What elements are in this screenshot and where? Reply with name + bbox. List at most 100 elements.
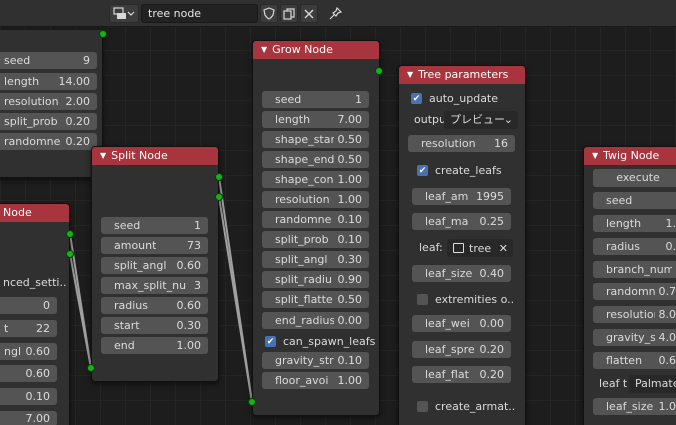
fake-user-button[interactable] <box>260 4 278 23</box>
field-leaf-size[interactable]: leaf_size 1.0 <box>593 398 676 415</box>
field-flatten[interactable]: flatten 0.6 <box>593 352 676 369</box>
field-length[interactable]: length 7.00 <box>262 111 369 128</box>
output-socket[interactable] <box>99 30 107 38</box>
field-resolution[interactable]: resolution 16 <box>408 135 515 152</box>
field-max-split-number[interactable]: max_split_nu 3 <box>101 277 208 294</box>
field-branch-number[interactable]: branch_numb <box>593 261 676 278</box>
field-length[interactable]: length 14.00 <box>0 73 97 90</box>
field-radius[interactable]: radius 0. <box>593 238 676 255</box>
field-split-angle[interactable]: ngl 0.60 <box>0 343 57 360</box>
field-leaf-weight[interactable]: leaf_wei 0.00 <box>412 315 511 332</box>
field-leaf-size[interactable]: leaf_size 0.40 <box>412 265 511 282</box>
field-split-prob[interactable]: split_prob 0.20 <box>0 113 97 130</box>
field-randomness[interactable]: randomne 0.20 <box>0 133 97 150</box>
field-value: 16 <box>494 137 508 150</box>
field-label: shape_star <box>275 133 334 146</box>
input-socket[interactable] <box>87 364 95 372</box>
field-seed[interactable]: seed <box>593 192 676 209</box>
field-seed[interactable]: seed 1 <box>262 91 369 108</box>
chevron-down-icon: ⌄ <box>503 113 513 126</box>
collapse-arrow-icon[interactable]: ▼ <box>261 45 267 54</box>
field-resolution[interactable]: resolution 1.00 <box>262 191 369 208</box>
field-start[interactable]: 0.10 <box>0 388 57 405</box>
left-node-1[interactable]: seed 9 length 14.00 resolution 2.00 split_p… <box>0 30 103 178</box>
collapse-arrow-icon[interactable]: ▼ <box>407 70 413 79</box>
can-spawn-leafs-checkbox[interactable]: ✔ can_spawn_leafs <box>265 333 375 350</box>
node-header[interactable]: ▼ Grow Node <box>253 41 379 59</box>
field-split-angle[interactable]: split_angl 0.60 <box>101 257 208 274</box>
collapse-arrow-icon[interactable]: ▼ <box>100 151 106 160</box>
collapse-arrow-icon[interactable]: ▼ <box>592 151 598 160</box>
node-header[interactable]: ▼ Twig Node <box>584 147 676 165</box>
field-split-prob[interactable]: split_prob 0.10 <box>262 231 369 248</box>
field-shape-start[interactable]: shape_star 0.50 <box>262 131 369 148</box>
field-label: seed <box>114 219 141 232</box>
output-socket[interactable] <box>215 173 223 181</box>
field-length[interactable]: length 1. <box>593 215 676 232</box>
pin-button[interactable] <box>325 4 345 23</box>
field-shape-convexity[interactable]: shape_con 1.00 <box>262 171 369 188</box>
field-gravity-strength[interactable]: gravity_st4.0 <box>593 329 676 346</box>
create-armature-checkbox[interactable]: create_armat.. <box>417 398 517 415</box>
grow-node[interactable]: ▼ Grow Node seed 1 length 7.00 shape_star 0.… <box>252 40 380 416</box>
field-resolution[interactable]: resolution8.0 <box>593 306 676 323</box>
field-leaf-max-radius[interactable]: leaf_ma 0.25 <box>412 213 511 230</box>
output-socket[interactable] <box>66 230 74 238</box>
field-value: 0.25 <box>479 215 505 228</box>
field-value: 1.00 <box>337 374 363 387</box>
node-tree-name-input[interactable]: tree node <box>141 4 258 23</box>
field-start[interactable]: start 0.30 <box>101 317 208 334</box>
twig-node[interactable]: ▼ Twig Node execute seed length 1. radius 0… <box>583 146 676 425</box>
node-title: Node <box>3 206 32 219</box>
field-end-radius[interactable]: end_radius 0.00 <box>262 312 369 329</box>
node-header[interactable]: Node <box>0 204 69 222</box>
field-split-flatten[interactable]: split_flatte 0.50 <box>262 291 369 308</box>
leaf-type-dropdown[interactable]: Palmate <box>629 375 676 393</box>
field-radius[interactable]: 0.60 <box>0 365 57 382</box>
field-label: radius <box>114 299 149 312</box>
field-randomness[interactable]: randomne 0.10 <box>262 211 369 228</box>
field-seed[interactable]: 0 <box>0 297 57 314</box>
field-leaf-amount[interactable]: leaf_am 1995 <box>412 188 511 205</box>
field-value: 8.0 <box>658 308 676 321</box>
field-randomness[interactable]: randomne0.7 <box>593 283 676 300</box>
field-end[interactable]: 7.00 <box>0 411 57 425</box>
field-amount[interactable]: amount 73 <box>101 237 208 254</box>
field-gravity-strength[interactable]: gravity_str 0.10 <box>262 352 369 369</box>
field-resolution[interactable]: resolution 2.00 <box>0 93 97 110</box>
field-seed[interactable]: seed 1 <box>101 217 208 234</box>
node-header[interactable]: ▼ Split Node <box>92 147 218 165</box>
field-label: split_prob <box>4 115 58 128</box>
split-node[interactable]: ▼ Split Node seed 1 amount 73 split_angl 0.6… <box>91 146 219 382</box>
input-socket[interactable] <box>248 398 256 406</box>
unlink-button[interactable] <box>300 4 318 23</box>
field-seed[interactable]: seed 9 <box>0 52 97 69</box>
output-socket[interactable] <box>215 193 223 201</box>
field-label: gravity_str <box>275 354 334 367</box>
field-end[interactable]: end 1.00 <box>101 337 208 354</box>
field-split-radius[interactable]: split_radiu 0.90 <box>262 271 369 288</box>
leaf-type-label: leaf t <box>599 377 628 390</box>
execute-button[interactable]: execute <box>593 169 676 187</box>
field-leaf-flatten[interactable]: leaf_flat 0.20 <box>412 366 511 383</box>
close-icon[interactable]: ✕ <box>499 242 508 255</box>
output-socket[interactable] <box>375 67 383 75</box>
field-split-angle[interactable]: split_angl 0.30 <box>262 251 369 268</box>
output-dropdown[interactable]: プレビュー ⌄ <box>444 111 518 129</box>
field-amount[interactable]: t 22 <box>0 320 57 337</box>
node-header[interactable]: ▼ Tree parameters <box>399 66 525 84</box>
auto-update-checkbox[interactable]: ✔ auto_update <box>411 90 521 107</box>
left-node-2[interactable]: Node nced_setti.. 0 t 22 ngl 0.60 0.60 0.1… <box>0 203 70 425</box>
leaf-object-field[interactable]: tree ✕ <box>447 239 513 257</box>
duplicate-button[interactable] <box>280 4 298 23</box>
tree-parameters-node[interactable]: ▼ Tree parameters ✔ auto_update outpu プレビュ… <box>398 65 526 425</box>
output-socket[interactable] <box>66 250 74 258</box>
extremities-only-checkbox[interactable]: extremities o.. <box>417 291 517 308</box>
node-tree-selector-button[interactable] <box>109 4 139 23</box>
field-leaf-spread[interactable]: leaf_spre 0.20 <box>412 341 511 358</box>
node-editor[interactable]: tree node seed 9 length 14.00 resolution… <box>0 0 676 425</box>
field-shape-end[interactable]: shape_end 0.50 <box>262 151 369 168</box>
field-floor-avoidance[interactable]: floor_avoi 1.00 <box>262 372 369 389</box>
field-radius[interactable]: radius 0.60 <box>101 297 208 314</box>
create-leafs-checkbox[interactable]: ✔ create_leafs <box>417 162 517 179</box>
